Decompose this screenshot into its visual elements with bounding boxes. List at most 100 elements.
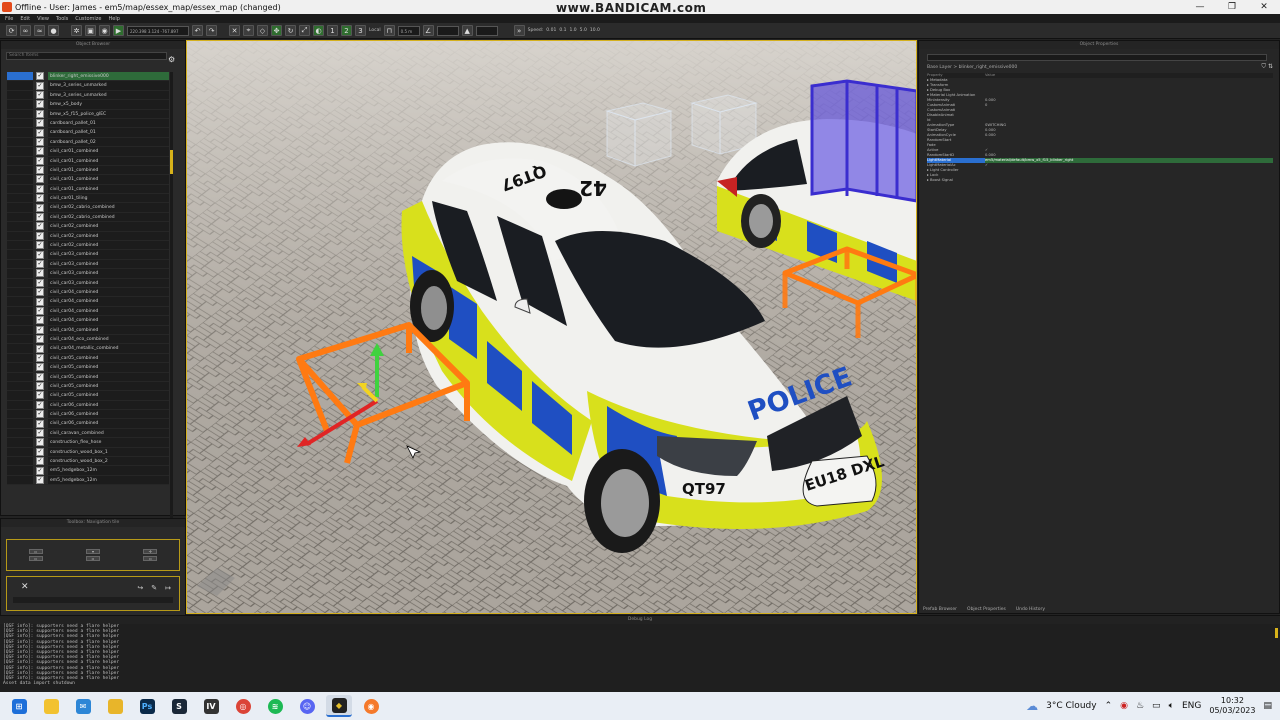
object-list-item[interactable]: ✓ civil_car02_combined	[7, 241, 169, 251]
visibility-checkbox[interactable]: ✓	[36, 147, 44, 156]
row-selector[interactable]	[7, 316, 33, 325]
terrain-field[interactable]	[475, 25, 498, 36]
pencil-icon[interactable]: ✎	[151, 584, 157, 592]
navigation-value-bar[interactable]	[13, 597, 173, 603]
blender-icon[interactable]: ◉	[358, 695, 384, 717]
discord-icon[interactable]: ☺	[294, 695, 320, 717]
row-selector[interactable]	[7, 428, 33, 438]
object-list-item[interactable]: ✓ civil_car01_combined	[7, 175, 169, 185]
visibility-checkbox[interactable]: ✓	[36, 382, 44, 391]
object-list-item[interactable]: ✓ construction_wood_box_2	[7, 457, 169, 467]
sort-icon[interactable]: ⇅	[1268, 63, 1273, 70]
visibility-checkbox[interactable]: ✓	[36, 419, 44, 428]
visibility-checkbox[interactable]: ✓	[36, 288, 44, 297]
row-selector[interactable]	[7, 475, 33, 485]
chevron-up-icon[interactable]: ⌃	[1105, 701, 1113, 711]
visibility-checkbox[interactable]: ✓	[36, 325, 44, 334]
photoshop-icon[interactable]: Ps	[134, 695, 160, 717]
visibility-checkbox[interactable]: ✓	[36, 447, 44, 456]
row-selector[interactable]	[7, 447, 33, 457]
tab-prefab-browser[interactable]: Prefab Browser	[923, 607, 957, 612]
visibility-checkbox[interactable]: ✓	[36, 429, 44, 438]
visibility-checkbox[interactable]: ✓	[36, 137, 44, 146]
visibility-checkbox[interactable]: ✓	[36, 353, 44, 362]
visibility-checkbox[interactable]: ✓	[36, 316, 44, 325]
local-label[interactable]: Local	[369, 28, 381, 33]
undo-icon[interactable]: ↶	[192, 25, 203, 36]
terrain-icon[interactable]: ▲	[461, 25, 473, 36]
row-selector[interactable]	[7, 241, 33, 250]
object-list-scrollbar[interactable]	[170, 72, 173, 523]
object-search-input[interactable]: Search Items	[6, 52, 167, 60]
object-list-item[interactable]: ✓ em5_hedgebox_12m	[7, 475, 169, 486]
scale-icon[interactable]: ⤢	[299, 25, 310, 36]
menu-view[interactable]: View	[37, 16, 49, 22]
row-selector[interactable]	[7, 457, 33, 466]
maximize-button[interactable]: ❐	[1216, 0, 1248, 14]
row-selector[interactable]	[7, 165, 33, 175]
row-selector[interactable]	[7, 222, 33, 231]
clock[interactable]: 10:32 05/03/2023	[1209, 696, 1255, 716]
row-selector[interactable]	[7, 90, 33, 100]
property-value[interactable]	[985, 178, 1273, 183]
object-list-item[interactable]: ✓ bmw_3_series_unmarked	[7, 90, 169, 101]
steam-icon[interactable]: S	[166, 695, 192, 717]
menu-file[interactable]: File	[5, 16, 13, 22]
visibility-checkbox[interactable]: ✓	[36, 250, 44, 259]
row-selector[interactable]	[7, 391, 33, 400]
object-list-item[interactable]: ✓ em5_hedgebox_12m	[7, 466, 169, 476]
settings-icon[interactable]: ⚙	[168, 55, 177, 64]
file-explorer-icon[interactable]	[102, 695, 128, 717]
row-selector[interactable]	[7, 334, 33, 344]
move-icon[interactable]: ✥	[271, 25, 282, 36]
minimize-button[interactable]: —	[1184, 0, 1216, 14]
speed-01[interactable]: 0.1	[559, 28, 566, 33]
row-selector[interactable]	[7, 438, 33, 447]
properties-search-input[interactable]	[927, 54, 1267, 61]
visibility-checkbox[interactable]: ✓	[36, 241, 44, 250]
visibility-checkbox[interactable]: ✓	[36, 297, 44, 306]
row-selector[interactable]	[7, 306, 33, 316]
windows-start-icon[interactable]: ⊞	[6, 695, 32, 717]
visibility-checkbox[interactable]: ✓	[36, 344, 44, 353]
visibility-checkbox[interactable]: ✓	[36, 391, 44, 400]
menu-customize[interactable]: Customize	[75, 16, 101, 22]
object-list-item[interactable]: ✓ civil_car01_combined	[7, 147, 169, 157]
weather-icon[interactable]: ☁	[1026, 699, 1038, 713]
visibility-checkbox[interactable]: ✓	[36, 128, 44, 137]
row-selector[interactable]	[7, 325, 33, 334]
row-selector[interactable]	[7, 419, 33, 428]
row-selector[interactable]	[7, 203, 33, 212]
object-list-item[interactable]: ✓ civil_car04_combined	[7, 316, 169, 326]
pivot2-icon[interactable]: 2	[341, 25, 352, 36]
visibility-checkbox[interactable]: ✓	[36, 335, 44, 344]
visibility-checkbox[interactable]: ✓	[36, 72, 44, 81]
visibility-checkbox[interactable]: ✓	[36, 306, 44, 315]
object-list-item[interactable]: ✓ civil_car02_combined	[7, 222, 169, 232]
row-selector[interactable]	[7, 400, 33, 410]
visibility-checkbox[interactable]: ✓	[36, 269, 44, 278]
row-selector[interactable]	[7, 363, 33, 372]
nav-tool-3[interactable]: ✛ ▫	[143, 549, 158, 561]
close-icon[interactable]: ✕	[21, 582, 29, 592]
visibility-checkbox[interactable]: ✓	[36, 166, 44, 175]
refresh-icon[interactable]: ⟳	[6, 25, 17, 36]
nav-tool-1[interactable]: ▫ ▫	[28, 549, 43, 561]
network-icon[interactable]: ▭	[1152, 701, 1161, 711]
speed-5[interactable]: 5.0	[580, 28, 587, 33]
language-indicator[interactable]: ENG	[1182, 701, 1201, 711]
menu-help[interactable]: Help	[109, 16, 120, 22]
world-icon[interactable]: ◐	[313, 25, 324, 36]
debug-log-scrollbar[interactable]	[1275, 628, 1278, 638]
row-selector[interactable]	[7, 287, 33, 297]
row-selector[interactable]	[7, 81, 33, 90]
object-list-item[interactable]: ✓ civil_car06_combined	[7, 419, 169, 429]
axis-x-icon[interactable]: ✕	[229, 25, 240, 36]
angle-snap-icon[interactable]: ∠	[422, 25, 434, 36]
row-selector[interactable]	[7, 72, 33, 81]
object-list-item[interactable]: ✓ civil_car03_combined	[7, 250, 169, 260]
magnet-icon[interactable]: ⊓	[383, 25, 395, 36]
spotify-icon[interactable]: ≋	[262, 695, 288, 717]
object-list-item[interactable]: ✓ blinker_right_emissive000	[7, 72, 169, 82]
filter-icon[interactable]: ⛉	[1262, 63, 1267, 70]
